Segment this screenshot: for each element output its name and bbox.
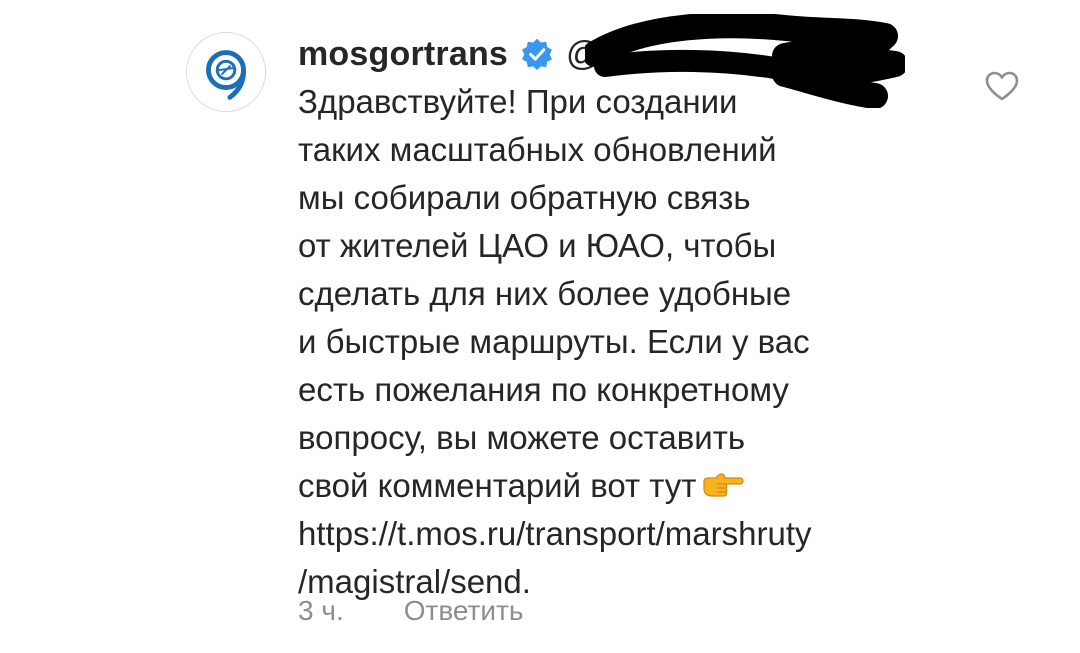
comment-line-text: свой комментарий вот тут [298,467,697,504]
comment-line: вопросу, вы можете оставить [298,419,746,456]
comment-timestamp: 3 ч. [298,595,344,626]
avatar[interactable] [186,32,266,112]
reply-button[interactable]: Ответить [404,595,524,627]
comment-line: Здравствуйте! При создании [298,83,738,120]
username[interactable]: mosgortrans [298,35,508,74]
comment-line: от жителей ЦАО и ЮАО, чтобы [298,227,777,264]
mosgortrans-logo-icon [187,33,265,111]
comment-line: таких масштабных обновлений [298,131,777,168]
comment-line: мы собирали обратную связь [298,179,751,216]
comment-line: и быстрые маршруты. Если у вас [298,323,810,360]
heart-outline-icon[interactable] [984,70,1020,102]
comment-header: mosgortrans @ [298,30,601,78]
verified-badge-icon [520,37,554,71]
comment-body: Здравствуйте! При создании таких масштаб… [298,78,958,606]
comment-line: есть пожелания по конкретному [298,371,789,408]
pointing-right-emoji-icon [700,471,744,501]
comment-footer: 3 ч. Ответить [298,595,523,627]
comment-line-with-emoji: свой комментарий вот тут [298,462,958,510]
comment-line: сделать для них более удобные [298,275,792,312]
comment-link-line[interactable]: https://t.mos.ru/transport/marshruty [298,510,958,558]
